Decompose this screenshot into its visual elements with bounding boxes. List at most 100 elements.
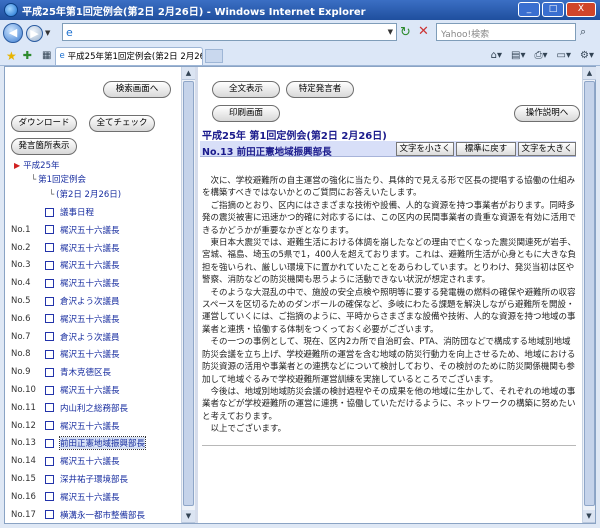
item-checkbox[interactable] — [45, 492, 54, 502]
item-checkbox[interactable] — [45, 296, 54, 306]
list-item[interactable]: No.14 梶沢五十六議長 — [11, 454, 120, 468]
print-icon[interactable]: ⎙▾ — [535, 50, 548, 61]
item-checkbox[interactable] — [45, 278, 54, 288]
list-item[interactable]: No.4 梶沢五十六議長 — [11, 276, 120, 290]
item-checkbox[interactable] — [45, 260, 54, 270]
add-favorite-icon[interactable]: ✚ — [23, 49, 32, 62]
scroll-down-icon[interactable]: ▼ — [583, 510, 595, 523]
list-item[interactable]: 議事日程 — [11, 205, 94, 219]
close-button[interactable]: X — [566, 2, 596, 17]
font-larger-button[interactable]: 文字を大きく — [518, 142, 576, 156]
item-checkbox[interactable] — [45, 207, 54, 217]
item-link[interactable]: 深井祐子環境部長 — [60, 473, 128, 485]
item-checkbox[interactable] — [45, 314, 54, 324]
item-checkbox[interactable] — [45, 421, 54, 431]
tree-session[interactable]: └ 第1回定例会 — [31, 173, 86, 185]
home-icon[interactable]: ⌂▾ — [491, 50, 502, 61]
list-item[interactable]: No.11 内山利之総務部長 — [11, 401, 128, 415]
back-button[interactable]: ◀ — [3, 23, 23, 43]
scroll-down-icon[interactable]: ▼ — [182, 510, 195, 523]
list-item[interactable]: No.16 梶沢五十六議長 — [11, 490, 120, 504]
item-link[interactable]: 梶沢五十六議長 — [60, 242, 120, 254]
list-item[interactable]: No.1 梶沢五十六議長 — [11, 223, 120, 237]
search-icon[interactable]: ⌕ — [580, 25, 586, 39]
list-item[interactable]: No.2 梶沢五十六議長 — [11, 241, 120, 255]
item-checkbox[interactable] — [45, 385, 54, 395]
refresh-icon[interactable]: ↻ — [400, 25, 411, 40]
list-item[interactable]: No.17 横溝永一都市整備部長 — [11, 508, 145, 522]
item-number: No.17 — [11, 509, 36, 520]
item-link[interactable]: 議事日程 — [60, 206, 94, 218]
favorites-star-icon[interactable]: ★ — [6, 49, 17, 63]
history-dropdown-icon[interactable]: ▼ — [45, 29, 50, 37]
item-link[interactable]: 梶沢五十六議長 — [60, 420, 120, 432]
tree-day[interactable]: └ (第2日 2月26日) — [49, 188, 121, 200]
scroll-up-icon[interactable]: ▲ — [182, 67, 195, 80]
speaker-display-button[interactable]: 発言箇所表示 — [11, 138, 77, 155]
item-checkbox[interactable] — [45, 225, 54, 235]
item-link[interactable]: 倉沢よう次議員 — [60, 295, 120, 307]
list-item[interactable]: No.3 梶沢五十六議長 — [11, 258, 120, 272]
specific-speaker-button[interactable]: 特定発言者 — [286, 81, 354, 98]
maximize-button[interactable]: □ — [542, 2, 564, 17]
item-checkbox[interactable] — [45, 332, 54, 342]
minimize-button[interactable]: _ — [518, 2, 540, 17]
item-checkbox[interactable] — [45, 403, 54, 413]
item-link[interactable]: 梶沢五十六議長 — [60, 348, 120, 360]
check-all-button[interactable]: 全てチェック — [89, 115, 155, 132]
left-scroll-thumb[interactable] — [183, 81, 194, 506]
new-tab-button[interactable] — [205, 48, 224, 63]
manual-button[interactable]: 操作説明へ — [514, 105, 580, 122]
item-number: No.8 — [11, 349, 31, 360]
list-item[interactable]: No.7 倉沢よう次議員 — [11, 330, 120, 344]
list-item[interactable]: No.10 梶沢五十六議長 — [11, 383, 120, 397]
list-item[interactable]: No.12 梶沢五十六議長 — [11, 419, 120, 433]
item-link[interactable]: 梶沢五十六議長 — [60, 491, 120, 503]
item-link[interactable]: 梶沢五十六議長 — [60, 259, 120, 271]
stop-icon[interactable]: ✕ — [418, 24, 429, 39]
font-smaller-button[interactable]: 文字を小さく — [396, 142, 454, 156]
list-item[interactable]: No.8 梶沢五十六議長 — [11, 347, 120, 361]
item-link[interactable]: 倉沢よう次議員 — [60, 331, 120, 343]
item-link[interactable]: 内山利之総務部長 — [60, 402, 128, 414]
feeds-icon[interactable]: ▤▾ — [511, 50, 525, 61]
item-checkbox[interactable] — [45, 349, 54, 359]
tree-year[interactable]: ▶ 平成25年 — [14, 159, 59, 172]
font-reset-button[interactable]: 標準に戻す — [456, 142, 516, 156]
item-checkbox[interactable] — [45, 474, 54, 484]
download-button[interactable]: ダウンロード — [11, 115, 77, 132]
item-checkbox[interactable] — [45, 456, 54, 466]
list-item[interactable]: No.15 深井祐子環境部長 — [11, 472, 128, 486]
right-scrollbar[interactable]: ▲ ▼ — [582, 67, 596, 523]
page-menu-icon[interactable]: ▭▾ — [557, 50, 571, 61]
left-scrollbar[interactable]: ▲ ▼ — [181, 67, 195, 523]
item-checkbox[interactable] — [45, 438, 54, 448]
list-item[interactable]: No.13 前田正憲地域振興部長 — [11, 436, 147, 451]
list-item[interactable]: No.6 梶沢五十六議長 — [11, 312, 120, 326]
item-checkbox[interactable] — [45, 243, 54, 253]
item-link[interactable]: 青木克德区長 — [60, 366, 111, 378]
search-input[interactable]: Yahoo!検索 — [436, 23, 576, 41]
address-dropdown-icon[interactable]: ▼ — [388, 28, 393, 36]
list-item[interactable]: No.5 倉沢よう次議員 — [11, 294, 120, 308]
item-checkbox[interactable] — [45, 510, 54, 520]
tools-gear-icon[interactable]: ⚙▾ — [580, 50, 594, 61]
item-link[interactable]: 梶沢五十六議長 — [60, 313, 120, 325]
item-link[interactable]: 梶沢五十六議長 — [60, 455, 120, 467]
right-scroll-thumb[interactable] — [584, 81, 595, 506]
show-all-button[interactable]: 全文表示 — [212, 81, 280, 98]
tab-current[interactable]: e 平成25年第1回定例会(第2日 2月26日) — [55, 46, 204, 65]
forward-button[interactable]: ▶ — [26, 24, 43, 42]
list-item[interactable]: No.9 青木克德区長 — [11, 365, 111, 379]
item-checkbox[interactable] — [45, 367, 54, 377]
item-link[interactable]: 横溝永一都市整備部長 — [60, 509, 145, 521]
item-link[interactable]: 梶沢五十六議長 — [60, 224, 120, 236]
scroll-up-icon[interactable]: ▲ — [583, 67, 596, 80]
search-screen-button[interactable]: 検索画面へ — [103, 81, 171, 98]
item-link[interactable]: 梶沢五十六議長 — [60, 277, 120, 289]
print-screen-button[interactable]: 印刷画面 — [212, 105, 280, 122]
address-input[interactable]: e ▼ — [62, 23, 397, 41]
item-link[interactable]: 前田正憲地域振興部長 — [58, 436, 147, 451]
quick-tabs-icon[interactable]: ▦ — [42, 50, 51, 61]
item-link[interactable]: 梶沢五十六議長 — [60, 384, 120, 396]
